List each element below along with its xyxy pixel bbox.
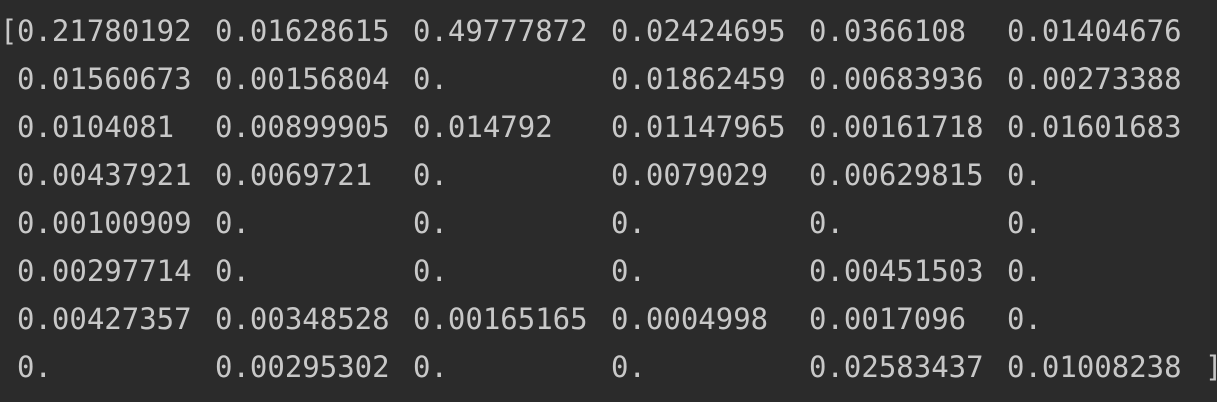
array-value: 0. — [413, 62, 448, 96]
array-value: 0. — [413, 206, 448, 240]
array-value: 0.00348528 — [215, 302, 390, 336]
array-value: 0. — [413, 254, 448, 288]
open-bracket: [ — [0, 14, 18, 48]
output-line: 0.01560673 0.00156804 0. 0.01862459 0.006839… — [0, 55, 1217, 103]
array-value: 0.01404676 — [1007, 14, 1182, 48]
output-line: [0.21780192 0.01628615 0.49777872 0.0242469… — [0, 7, 1217, 55]
array-value: 0.01147965 — [611, 110, 786, 144]
array-value: 0.00165165 — [413, 302, 588, 336]
array-value: 0.21780192 — [17, 14, 192, 48]
array-value: 0.49777872 — [413, 14, 588, 48]
console-output: [0.21780192 0.01628615 0.49777872 0.0242469… — [0, 7, 1217, 391]
array-value: 0.0069721 — [215, 158, 373, 192]
array-value: 0.0004998 — [611, 302, 769, 336]
array-value: 0.00451503 — [809, 254, 984, 288]
array-value: 0.00427357 — [17, 302, 192, 336]
array-value: 0.0017096 — [809, 302, 967, 336]
output-line: 0. 0.00295302 0. 0. 0.02583437 0.01008238] — [0, 343, 1217, 391]
array-value: 0.00437921 — [17, 158, 192, 192]
array-value: 0. — [1007, 158, 1042, 192]
array-value: 0.00295302 — [215, 350, 390, 384]
close-bracket: ] — [1205, 343, 1217, 391]
output-line: 0.00100909 0. 0. 0. 0. 0. — [0, 199, 1217, 247]
array-value: 0. — [1007, 254, 1042, 288]
array-value: 0.014792 — [413, 110, 553, 144]
array-value: 0.01628615 — [215, 14, 390, 48]
array-value: 0.01862459 — [611, 62, 786, 96]
array-value: 0.02583437 — [809, 350, 984, 384]
array-value: 0. — [1007, 206, 1042, 240]
array-value: 0.01601683 — [1007, 110, 1182, 144]
array-value: 0. — [611, 350, 646, 384]
array-value: 0. — [413, 158, 448, 192]
array-value: 0.0366108 — [809, 14, 967, 48]
array-value: 0.00297714 — [17, 254, 192, 288]
array-value: 0.0104081 — [17, 110, 175, 144]
array-value: 0. — [17, 350, 52, 384]
array-value: 0.0079029 — [611, 158, 769, 192]
array-value: 0.00629815 — [809, 158, 984, 192]
output-line: 0.00297714 0. 0. 0. 0.00451503 0. — [0, 247, 1217, 295]
array-value: 0.01008238 — [1007, 350, 1182, 384]
array-value: 0. — [215, 254, 250, 288]
array-value: 0.01560673 — [17, 62, 192, 96]
output-line: 0.00427357 0.00348528 0.00165165 0.0004998 0… — [0, 295, 1217, 343]
array-value: 0. — [413, 350, 448, 384]
array-value: 0. — [809, 206, 844, 240]
array-value: 0.00161718 — [809, 110, 984, 144]
array-value: 0. — [215, 206, 250, 240]
array-value: 0. — [1007, 302, 1042, 336]
output-line: 0.00437921 0.0069721 0. 0.0079029 0.00629815… — [0, 151, 1217, 199]
array-value: 0.00100909 — [17, 206, 192, 240]
array-value: 0.00156804 — [215, 62, 390, 96]
output-line: 0.0104081 0.00899905 0.014792 0.01147965 0.0… — [0, 103, 1217, 151]
array-value: 0.02424695 — [611, 14, 786, 48]
array-value: 0. — [611, 254, 646, 288]
array-value: 0.00899905 — [215, 110, 390, 144]
array-value: 0. — [611, 206, 646, 240]
array-value: 0.00273388 — [1007, 62, 1182, 96]
array-value: 0.00683936 — [809, 62, 984, 96]
